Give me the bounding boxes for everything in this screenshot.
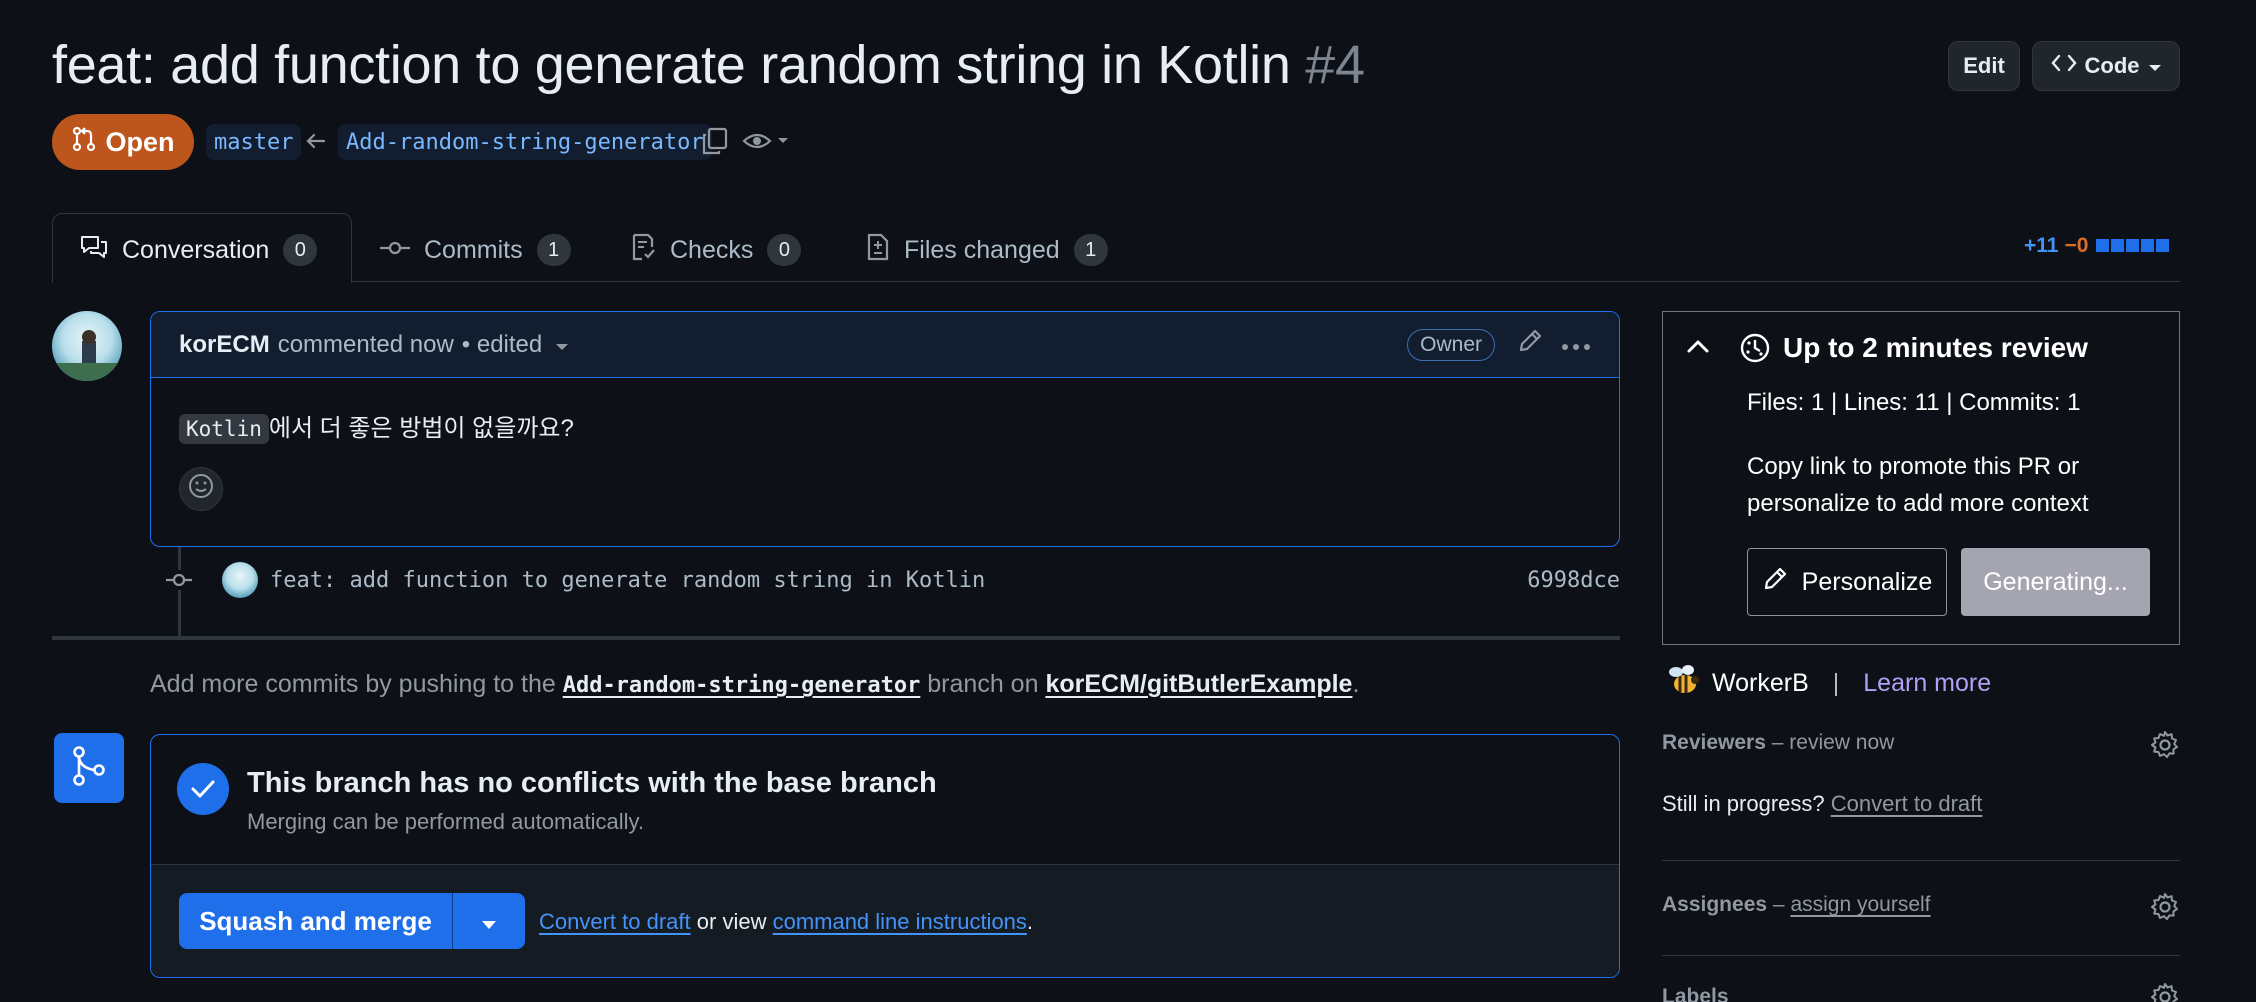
sidebar-convert-to-draft-link[interactable]: Convert to draft — [1831, 791, 1983, 816]
command-line-instructions-link[interactable]: command line instructions — [773, 909, 1027, 934]
assignees-heading: Assignees – assign yourself — [1662, 893, 1931, 916]
caret-down-icon — [2148, 53, 2162, 79]
review-promo-line-2: personalize to add more context — [1747, 490, 2089, 517]
comment-discussion-icon — [80, 234, 108, 267]
kebab-horizontal-icon[interactable] — [1561, 331, 1591, 359]
gear-icon[interactable] — [2150, 892, 2180, 922]
pencil-icon — [1762, 566, 1788, 599]
branch-link[interactable]: Add-random-string-generator — [563, 673, 921, 698]
check-icon — [177, 763, 229, 815]
eye-icon[interactable] — [742, 128, 794, 159]
generating-button[interactable]: Generating... — [1961, 548, 2150, 616]
stopwatch-icon — [1739, 332, 1771, 369]
review-widget-title: Up to 2 minutes review — [1783, 332, 2088, 363]
draft-prompt: Still in progress? Convert to draft — [1662, 791, 1983, 816]
personalize-button[interactable]: Personalize — [1747, 548, 1947, 616]
reviewers-heading: Reviewers – review now — [1662, 731, 1895, 754]
convert-to-draft-link[interactable]: Convert to draft — [539, 909, 691, 934]
review-now-link[interactable]: review now — [1789, 731, 1894, 754]
code-icon — [2050, 53, 2077, 79]
squash-merge-button-group: Squash and merge — [179, 893, 525, 949]
diffstat: +11 −0 — [2024, 234, 2170, 258]
arrow-left-icon — [304, 128, 328, 159]
comment-timestamp[interactable]: commented now — [278, 331, 454, 359]
timeline-divider — [52, 636, 1620, 640]
merge-actions: Squash and merge Convert to draft or vie… — [151, 865, 1619, 977]
pr-title: feat: add function to generate random st… — [52, 35, 1365, 95]
edited-dropdown[interactable]: • edited — [462, 331, 569, 359]
tab-counter: 1 — [1073, 234, 1108, 266]
commit-message[interactable]: feat: add function to generate random st… — [270, 568, 985, 593]
inline-code: Kotlin — [179, 414, 269, 444]
git-commit-icon — [380, 236, 410, 265]
workerb-row: WorkerB | Learn more — [1664, 662, 1991, 705]
comment-header: korECM commented now • edited Owner — [151, 312, 1619, 378]
merge-status-title: This branch has no conflicts with the ba… — [247, 767, 937, 799]
owner-badge: Owner — [1407, 328, 1495, 361]
edit-button[interactable]: Edit — [1948, 41, 2020, 91]
gear-icon[interactable] — [2150, 982, 2180, 1002]
head-branch[interactable]: Add-random-string-generator — [338, 124, 712, 160]
comment-card: korECM commented now • edited Owner Kotl… — [150, 311, 1620, 547]
pull-request-icon — [71, 126, 97, 159]
gear-icon[interactable] — [2150, 730, 2180, 760]
tab-files-changed[interactable]: Files changed 1 — [866, 228, 1108, 272]
chevron-up-icon[interactable] — [1685, 336, 1711, 361]
additions-count: +11 — [2024, 234, 2059, 257]
merge-status-icon-box — [54, 733, 124, 803]
copy-icon[interactable] — [700, 126, 730, 161]
file-diff-icon — [866, 233, 890, 268]
comment-author[interactable]: korECM — [179, 331, 270, 359]
repo-link[interactable]: korECM/gitButlerExample — [1045, 670, 1352, 698]
review-widget: Up to 2 minutes review Files: 1 | Lines:… — [1662, 311, 2180, 645]
pr-number: #4 — [1305, 35, 1365, 95]
squash-and-merge-button[interactable]: Squash and merge — [179, 893, 453, 949]
base-branch[interactable]: master — [206, 124, 302, 160]
tab-checks[interactable]: Checks 0 — [630, 228, 802, 272]
comment-text: 에서 더 좋은 방법이 없을까요? — [268, 415, 574, 442]
deletions-count: −0 — [2064, 234, 2089, 257]
labels-heading: Labels — [1662, 985, 1729, 1002]
git-merge-icon — [69, 744, 109, 793]
assign-yourself-link[interactable]: assign yourself — [1790, 893, 1930, 916]
commit-row: feat: add function to generate random st… — [160, 558, 1620, 602]
review-stats: Files: 1 | Lines: 11 | Commits: 1 — [1747, 389, 2081, 416]
learn-more-link[interactable]: Learn more — [1863, 669, 1991, 698]
tab-counter: 0 — [283, 234, 318, 266]
tab-conversation[interactable]: Conversation 0 — [80, 228, 318, 272]
caret-down-icon — [481, 906, 497, 937]
merge-links: Convert to draft or view command line in… — [539, 909, 1034, 934]
bee-icon — [1664, 662, 1702, 705]
merge-status: This branch has no conflicts with the ba… — [151, 735, 1619, 865]
merge-status-subtitle: Merging can be performed automatically. — [247, 809, 645, 834]
review-promo-line-1: Copy link to promote this PR or — [1747, 453, 2080, 480]
status-badge: Open — [52, 114, 194, 170]
diffstat-blocks — [2094, 234, 2170, 258]
workerb-name: WorkerB — [1712, 669, 1809, 697]
merge-box: This branch has no conflicts with the ba… — [150, 734, 1620, 978]
comment-body: Kotlin 에서 더 좋은 방법이 없을까요? — [151, 378, 1619, 541]
commit-avatar[interactable] — [222, 562, 258, 598]
git-commit-icon — [160, 570, 198, 590]
add-reaction-button[interactable] — [179, 467, 223, 511]
pencil-icon[interactable] — [1517, 328, 1543, 361]
push-note: Add more commits by pushing to the Add-r… — [150, 670, 1360, 698]
checklist-icon — [630, 233, 656, 268]
merge-method-dropdown[interactable] — [453, 893, 525, 949]
code-button[interactable]: Code — [2032, 41, 2180, 91]
tab-counter: 1 — [536, 234, 571, 266]
sidebar-divider — [1662, 955, 2180, 956]
tab-counter: 0 — [767, 234, 802, 266]
commit-sha[interactable]: 6998dce — [1527, 568, 1620, 593]
tab-divider — [52, 281, 2180, 282]
sidebar-divider — [1662, 860, 2180, 861]
avatar[interactable] — [52, 311, 122, 381]
tab-commits[interactable]: Commits 1 — [380, 228, 571, 272]
smiley-icon — [187, 472, 215, 507]
